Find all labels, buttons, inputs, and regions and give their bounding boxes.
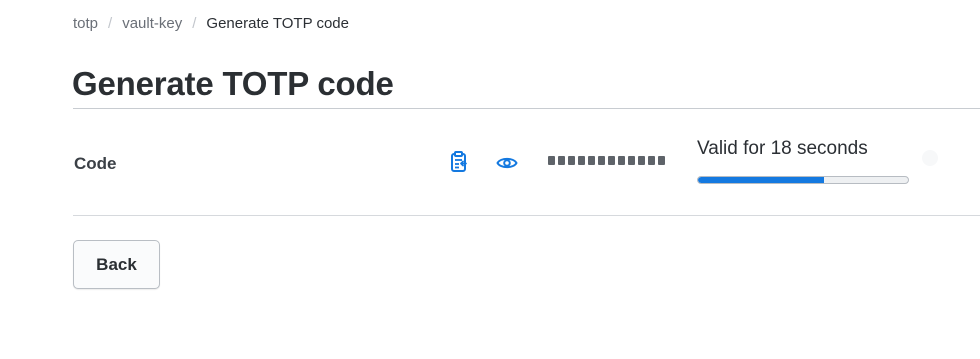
masked-character xyxy=(658,156,665,165)
totp-generate-page: totp / vault-key / Generate TOTP code Ge… xyxy=(0,0,980,359)
masked-character xyxy=(618,156,625,165)
masked-character xyxy=(578,156,585,165)
breadcrumb-separator: / xyxy=(192,15,197,32)
breadcrumb-link-totp[interactable]: totp xyxy=(73,14,98,34)
breadcrumb-separator: / xyxy=(108,15,113,32)
page-title: Generate TOTP code xyxy=(72,65,394,102)
ttl-progress-bar xyxy=(697,176,909,184)
masked-character xyxy=(558,156,565,165)
ttl-status-text: Valid for 18 seconds xyxy=(697,138,868,159)
masked-character xyxy=(638,156,645,165)
ttl-progress-fill xyxy=(698,177,824,183)
back-button[interactable]: Back xyxy=(73,240,160,289)
masked-character xyxy=(588,156,595,165)
title-divider xyxy=(73,108,980,109)
clipboard-copy-icon[interactable] xyxy=(448,151,470,173)
masked-character xyxy=(568,156,575,165)
decorative-mark xyxy=(922,150,938,166)
masked-character xyxy=(598,156,605,165)
masked-character xyxy=(648,156,655,165)
breadcrumb-current: Generate TOTP code xyxy=(206,15,349,32)
section-divider xyxy=(73,215,980,216)
masked-character xyxy=(628,156,635,165)
masked-character xyxy=(608,156,615,165)
masked-character xyxy=(548,156,555,165)
breadcrumb-link-vault-key[interactable]: vault-key xyxy=(122,14,182,34)
breadcrumb: totp / vault-key / Generate TOTP code xyxy=(73,14,349,34)
code-label: Code xyxy=(74,154,117,173)
eye-icon[interactable] xyxy=(496,152,518,174)
masked-code-value xyxy=(548,156,665,165)
